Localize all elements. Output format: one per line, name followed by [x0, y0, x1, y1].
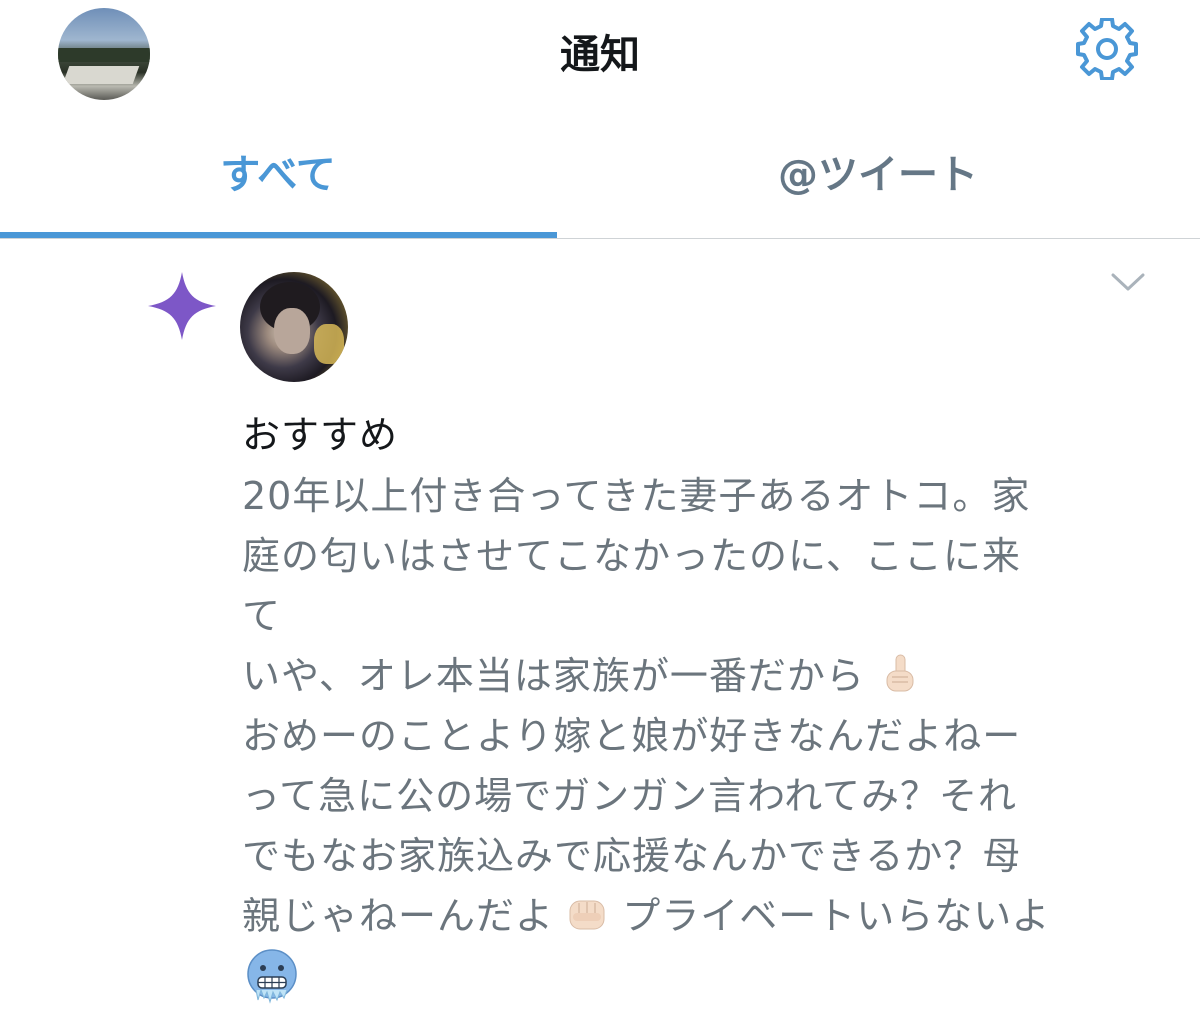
header: 通知 [0, 0, 1200, 100]
fist-emoji-icon [567, 892, 609, 934]
notification-tabs: すべて @ツイート [0, 130, 1200, 240]
tab-all[interactable]: すべて [0, 130, 556, 234]
sparkle-icon [146, 270, 218, 342]
avatar[interactable] [240, 272, 348, 382]
tweet-line: 親じゃねーんだよ [242, 894, 555, 938]
notification-label: おすすめ [242, 413, 399, 457]
gear-icon[interactable] [1074, 17, 1140, 81]
tab-mentions[interactable]: @ツイート [600, 130, 1156, 234]
divider [0, 238, 1200, 239]
pointing-up-emoji-icon [878, 652, 920, 694]
tweet-line: って急に公の場でガンガン言われてみ？それ [242, 774, 1018, 818]
tweet-line: 庭の匂いはさせてこなかったのに、ここに来 [242, 534, 1021, 578]
tweet-line: プライベートいらないよ [622, 894, 1051, 938]
page-title: 通知 [560, 32, 640, 78]
tweet-text[interactable]: 20年以上付き合ってきた妻子あるオトコ。家 庭の匂いはさせてこなかったのに、ここ… [242, 466, 1162, 1006]
tweet-line: 20年以上付き合ってきた妻子あるオトコ。家 [242, 474, 1031, 518]
chevron-down-icon[interactable] [1110, 270, 1146, 294]
tweet-line-with-emoji: いや、オレ本当は家族が一番だから [242, 646, 1162, 706]
tweet-line-with-emoji: 親じゃねーんだよ プライベートいらないよ [242, 886, 1162, 946]
tweet-line: おめーのことより嫁と娘が好きなんだよねー [242, 714, 1022, 758]
profile-avatar-icon[interactable] [58, 8, 150, 100]
tweet-line-emoji-only [242, 946, 1162, 1006]
tweet-line: でもなお家族込みで応援なんかできるか？母 [242, 834, 1022, 878]
tweet-line: て [242, 594, 282, 638]
cold-face-emoji-icon [242, 946, 302, 1006]
tweet-line: いや、オレ本当は家族が一番だから [242, 654, 865, 698]
